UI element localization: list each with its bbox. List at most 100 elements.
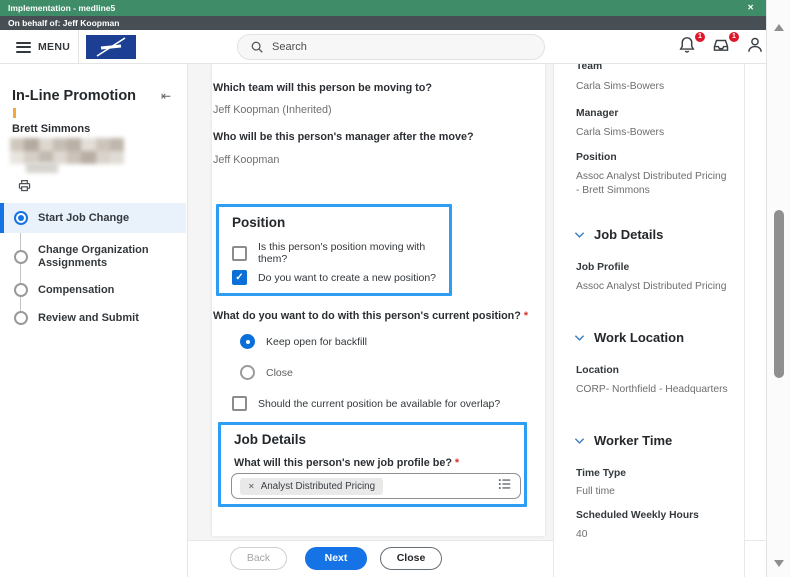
question-manager: Who will be this person's manager after … — [213, 131, 474, 143]
step-change-organization-assignments[interactable]: Change Organization Assignments — [0, 240, 186, 274]
step-label: Change Organization Assignments — [38, 244, 156, 270]
position-moving-checkbox[interactable] — [232, 246, 247, 261]
position-moving-row: Is this person's position moving with th… — [232, 241, 449, 265]
step-review-and-submit[interactable]: Review and Submit — [0, 304, 186, 332]
required-asterisk: * — [455, 457, 459, 469]
progress-tick — [13, 108, 16, 118]
page-scrollbar[interactable] — [766, 0, 790, 577]
keep-open-radio[interactable] — [240, 334, 255, 349]
section-title: Work Location — [594, 330, 684, 345]
notifications-button[interactable]: 1 — [678, 36, 700, 58]
section-worker-time[interactable]: Worker Time — [574, 433, 672, 448]
environment-bar: Implementation - medline5 ✕ — [0, 0, 766, 16]
close-position-radio[interactable] — [240, 365, 255, 380]
redacted-position-text — [10, 138, 124, 164]
close-icon[interactable]: ✕ — [747, 0, 754, 16]
chevron-down-icon — [574, 334, 585, 342]
on-behalf-bar: On behalf of: Jeff Koopman — [0, 16, 766, 30]
summary-panel: Team Carla Sims-Bowers Manager Carla Sim… — [553, 64, 745, 577]
redacted-text-fragment — [26, 162, 58, 173]
position-section-title: Position — [232, 215, 285, 230]
scroll-down-icon[interactable] — [774, 560, 784, 567]
question-team: Which team will this person be moving to… — [213, 82, 432, 94]
print-button[interactable] — [17, 178, 32, 198]
field-label-team: Team — [576, 64, 602, 72]
inbox-badge: 1 — [728, 31, 740, 43]
subject-worker-name: Brett Simmons — [12, 123, 90, 135]
job-profile-question: What will this person's new job profile … — [234, 457, 459, 469]
field-value-job-profile: Assoc Analyst Distributed Pricing — [576, 280, 731, 294]
position-highlight-box: Position Is this person's position movin… — [216, 204, 452, 296]
step-indicator — [14, 311, 28, 325]
step-start-job-change[interactable]: Start Job Change — [0, 203, 186, 233]
remove-token-icon[interactable]: ✕ — [248, 482, 255, 491]
close-position-row: Close — [240, 365, 293, 380]
section-job-details[interactable]: Job Details — [574, 227, 663, 242]
field-label-job-profile: Job Profile — [576, 262, 629, 273]
search-input[interactable]: Search — [237, 34, 545, 60]
current-position-question-text: What do you want to do with this person'… — [213, 310, 521, 322]
on-behalf-text: On behalf of: Jeff Koopman — [8, 18, 119, 28]
prompt-list-icon[interactable] — [497, 477, 512, 496]
scroll-up-icon[interactable] — [774, 24, 784, 31]
notifications-badge: 1 — [694, 31, 706, 43]
answer-team: Jeff Koopman (Inherited) — [213, 104, 332, 116]
create-position-label: Do you want to create a new position? — [258, 272, 436, 284]
back-button[interactable]: Back — [230, 547, 287, 570]
profile-button[interactable] — [746, 36, 768, 58]
main-content: Which team will this person be moving to… — [188, 64, 553, 540]
search-icon — [250, 40, 264, 54]
section-work-location[interactable]: Work Location — [574, 330, 684, 345]
field-value-time-type: Full time — [576, 485, 731, 499]
close-position-label: Close — [266, 367, 293, 379]
required-asterisk: * — [524, 310, 528, 322]
selected-job-profile-token: ✕ Analyst Distributed Pricing — [240, 478, 383, 495]
create-position-row: ✓ Do you want to create a new position? — [232, 270, 436, 285]
overlap-row: Should the current position be available… — [232, 396, 500, 411]
token-label: Analyst Distributed Pricing — [261, 481, 375, 492]
field-label-location: Location — [576, 365, 619, 376]
step-indicator — [14, 250, 28, 264]
section-title: Job Details — [594, 227, 663, 242]
create-position-checkbox[interactable]: ✓ — [232, 270, 247, 285]
keep-open-label: Keep open for backfill — [266, 336, 367, 348]
logo-mark-icon — [89, 37, 133, 57]
next-button[interactable]: Next — [305, 547, 367, 570]
menu-button[interactable]: MENU — [16, 38, 70, 56]
header-divider — [78, 30, 79, 63]
field-value-location: CORP- Northfield - Headquarters — [576, 383, 731, 397]
job-profile-input[interactable]: ✕ Analyst Distributed Pricing — [231, 473, 521, 499]
step-label: Start Job Change — [38, 212, 129, 225]
hamburger-icon — [16, 42, 31, 53]
overlap-checkbox[interactable] — [232, 396, 247, 411]
chevron-down-icon — [574, 231, 585, 239]
keep-open-row: Keep open for backfill — [240, 334, 367, 349]
field-value-scheduled-weekly-hours: 40 — [576, 528, 731, 542]
app-header: MENU Search 1 — [0, 30, 766, 64]
step-active-indicator — [14, 211, 28, 225]
scrollbar-thumb[interactable] — [774, 210, 784, 378]
field-label-manager: Manager — [576, 108, 618, 119]
field-label-scheduled-weekly-hours: Scheduled Weekly Hours — [576, 510, 699, 521]
printer-icon — [17, 178, 32, 193]
step-compensation[interactable]: Compensation — [0, 276, 186, 304]
app-window: Implementation - medline5 ✕ On behalf of… — [0, 0, 790, 577]
overlap-label: Should the current position be available… — [258, 398, 500, 410]
job-details-highlight-box: Job Details What will this person's new … — [218, 422, 527, 507]
collapse-panel-icon[interactable]: ⇤ — [161, 89, 171, 103]
chevron-down-icon — [574, 437, 585, 445]
field-label-position: Position — [576, 152, 617, 163]
process-title: In-Line Promotion — [12, 88, 136, 104]
position-moving-label: Is this person's position moving with th… — [258, 241, 449, 265]
job-details-section-title: Job Details — [234, 432, 306, 447]
step-label: Review and Submit — [38, 312, 139, 325]
left-sidebar: In-Line Promotion ⇤ Brett Simmons Start … — [0, 64, 188, 577]
field-value-position: Assoc Analyst Distributed Pricing - Bret… — [576, 170, 731, 198]
answer-manager: Jeff Koopman — [213, 154, 279, 166]
person-icon — [746, 36, 764, 54]
company-logo[interactable] — [86, 35, 136, 59]
inbox-button[interactable]: 1 — [712, 36, 734, 58]
environment-title: Implementation - medline5 — [8, 3, 115, 13]
close-button[interactable]: Close — [380, 547, 442, 570]
job-profile-question-text: What will this person's new job profile … — [234, 457, 452, 469]
